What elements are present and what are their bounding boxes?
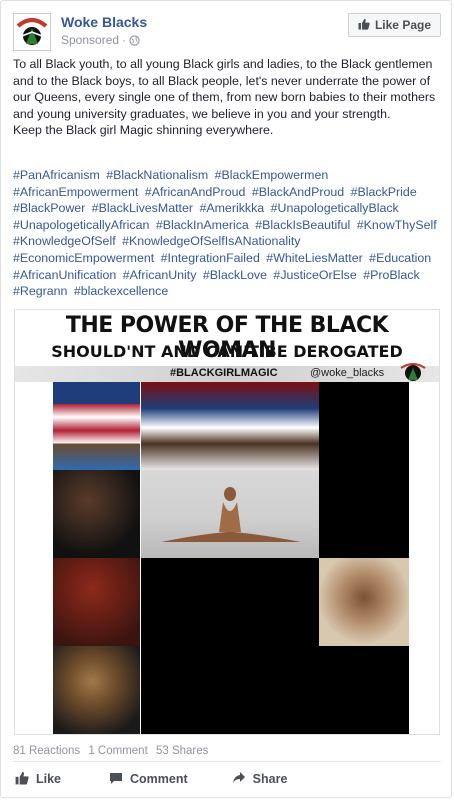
hashtag-link[interactable]: #AfricanUnification: [13, 268, 116, 282]
hashtag-link[interactable]: #BlackNationalism: [106, 168, 208, 182]
hashtag-link[interactable]: #Regrann: [13, 284, 67, 298]
hashtag-link[interactable]: #BlackAndProud: [252, 185, 344, 199]
thumbs-up-icon: [358, 18, 370, 33]
share-arrow-icon: [232, 771, 246, 788]
image-caption-strip: #BLACKGIRLMAGIC @woke_blacks: [15, 366, 439, 382]
hashtag-link[interactable]: #AfricanUnity: [123, 268, 197, 282]
share-label: Share: [252, 772, 288, 786]
hashtag-link[interactable]: #UnapologeticallyAfrican: [13, 218, 149, 232]
action-bar: Like Comment Share: [13, 767, 441, 791]
hashtag-link[interactable]: #KnowledgeOfSelf: [13, 234, 116, 248]
comment-bubble-icon: [109, 771, 123, 788]
image-headline-line2: SHOULD'NT AND CAN'T BE DEROGATED: [51, 342, 403, 361]
like-page-button[interactable]: Like Page: [347, 13, 441, 37]
photo-singer-with-trophy: [53, 558, 140, 646]
black-tile: [319, 646, 409, 734]
hashtag-link[interactable]: #AfricanEmpowerment: [13, 185, 138, 199]
comment-label: Comment: [130, 772, 188, 786]
hashtag-link[interactable]: #BlackLove: [203, 268, 267, 282]
divider: [13, 761, 441, 762]
like-label: Like: [36, 772, 62, 786]
hashtag-link[interactable]: #BlackInAmerica: [156, 218, 249, 232]
photo-athlete-with-medals: [53, 382, 140, 470]
watermark-logo: [400, 363, 426, 381]
post-body-paragraph: To all Black youth, to all young Black g…: [13, 57, 436, 121]
hashtag-link[interactable]: #blackexcellence: [74, 284, 168, 298]
photo-performer-fist-raised: [53, 646, 140, 734]
like-button[interactable]: Like: [15, 771, 61, 788]
reactions-count[interactable]: 81 Reactions: [13, 745, 80, 757]
hashtag-link[interactable]: #AfricanAndProud: [145, 185, 246, 199]
hashtag-link[interactable]: #KnowledgeOfSelfIsANationality: [122, 234, 300, 248]
hashtag-link[interactable]: #BlackPower: [13, 201, 85, 215]
post-body-closing: Keep the Black girl Magic shinning every…: [13, 123, 274, 138]
black-tile: [319, 382, 409, 470]
comments-count[interactable]: 1 Comment: [88, 745, 147, 757]
separator-dot: ·: [122, 33, 127, 47]
hashtag-link[interactable]: #Education: [369, 251, 431, 265]
black-tile: [141, 558, 319, 734]
hashtag-link[interactable]: #PanAfricanism: [13, 168, 100, 182]
shares-count[interactable]: 53 Shares: [156, 745, 208, 757]
photo-relay-team: [141, 382, 319, 470]
engagement-stats: 81 Reactions 1 Comment 53 Shares: [13, 745, 213, 757]
page-avatar[interactable]: [13, 13, 51, 51]
sponsored-text: Sponsored: [61, 33, 120, 47]
photo-portrait-curly-hair: [319, 558, 409, 646]
dancer-figure: [161, 487, 301, 542]
hashtag-list: #PanAfricanism #BlackNationalism #BlackE…: [13, 167, 445, 300]
hashtag-link[interactable]: #BlackEmpowermen: [215, 168, 329, 182]
sponsored-label[interactable]: Sponsored ·: [61, 33, 140, 49]
black-tile: [319, 470, 409, 558]
comment-button[interactable]: Comment: [109, 771, 188, 788]
photo-dancer-split: [141, 470, 319, 558]
hashtag-link[interactable]: #Amerikkka: [199, 201, 264, 215]
hashtag-link[interactable]: #ProBlack: [363, 268, 419, 282]
page-name-link[interactable]: Woke Blacks: [61, 14, 147, 30]
share-button[interactable]: Share: [232, 771, 288, 788]
post-header: Woke Blacks Sponsored · Like Page: [13, 11, 441, 55]
hashtag-link[interactable]: #BlackLivesMatter: [92, 201, 193, 215]
hashtag-link[interactable]: #BlackPride: [351, 185, 417, 199]
hashtag-link[interactable]: #BlackIsBeautiful: [255, 218, 350, 232]
like-page-label: Like Page: [374, 18, 431, 32]
post-image[interactable]: THE POWER OF THE BLACK WOMAN SHOULD'NT A…: [14, 309, 440, 735]
image-hashtag: #BLACKGIRLMAGIC: [170, 367, 278, 379]
sponsored-post-card: Woke Blacks Sponsored · Like Page To all …: [0, 0, 452, 798]
image-handle: @woke_blacks: [310, 367, 385, 379]
hashtag-link[interactable]: #JusticeOrElse: [273, 268, 356, 282]
hashtag-link[interactable]: #KnowThySelf: [357, 218, 437, 232]
globe-icon: [129, 35, 140, 49]
hashtag-link[interactable]: #IntegrationFailed: [161, 251, 260, 265]
photo-tennis-champion: [53, 470, 140, 558]
hashtag-link[interactable]: #EconomicEmpowerment: [13, 251, 154, 265]
hashtag-link[interactable]: #WhiteLiesMatter: [266, 251, 362, 265]
thumbs-up-icon: [15, 771, 29, 788]
woke-blacks-logo: [14, 14, 50, 50]
hashtag-link[interactable]: #UnapologeticallyBlack: [271, 201, 399, 215]
post-body: To all Black youth, to all young Black g…: [13, 56, 443, 139]
